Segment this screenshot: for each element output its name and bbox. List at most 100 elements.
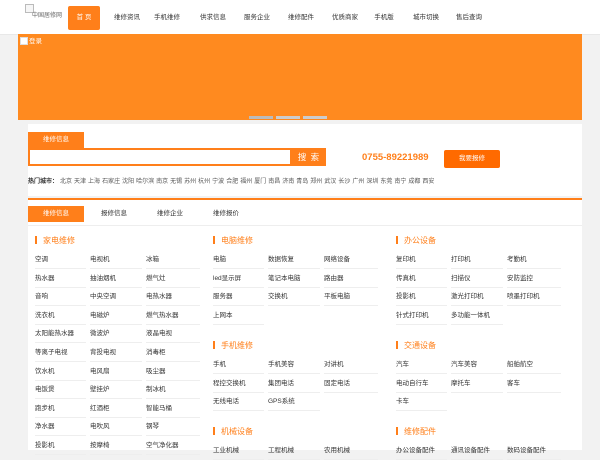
category-item[interactable]: 等离子电视 (35, 343, 86, 362)
category-item[interactable]: 复印机 (396, 250, 447, 269)
category-item[interactable]: 电脑 (213, 250, 264, 269)
category-item[interactable]: 热水器 (35, 269, 86, 288)
category-item[interactable]: 按摩椅 (90, 436, 142, 455)
request-repair-button[interactable]: 我要报修 (444, 150, 500, 168)
city-link[interactable]: 合肥 (226, 179, 238, 185)
city-link[interactable]: 南昌 (268, 179, 280, 185)
category-title-phone[interactable]: 手机维修 (213, 341, 253, 351)
nav-item[interactable]: 手机版 (370, 6, 398, 30)
category-item[interactable]: 传真机 (396, 269, 447, 288)
category-item[interactable]: 净水器 (35, 417, 86, 437)
category-item[interactable]: 抽油烟机 (90, 269, 142, 288)
nav-item[interactable]: 维修配件 (282, 6, 320, 30)
city-link[interactable]: 深圳 (366, 179, 378, 185)
category-item[interactable]: 程控交换机 (213, 374, 264, 393)
city-link[interactable]: 南宁 (394, 179, 406, 185)
category-item[interactable]: 汽车 (396, 355, 447, 374)
category-item[interactable]: 投影机 (35, 436, 86, 455)
category-item[interactable]: 扫描仪 (451, 269, 503, 288)
category-item[interactable]: 工业机械 (213, 441, 264, 460)
category-item[interactable]: 电热水器 (146, 287, 200, 307)
nav-item[interactable]: 首 页 (68, 6, 100, 30)
category-title-transport[interactable]: 交通设备 (396, 341, 436, 351)
city-link[interactable]: 郑州 (310, 179, 322, 185)
city-link[interactable]: 南京 (156, 179, 168, 185)
city-link[interactable]: 西安 (422, 179, 434, 185)
category-item[interactable]: 对讲机 (324, 355, 378, 374)
category-item[interactable]: 工程机械 (268, 441, 320, 460)
category-item[interactable]: 电饭煲 (35, 380, 86, 400)
city-link[interactable]: 上海 (88, 179, 100, 185)
category-item[interactable]: 网络设备 (324, 250, 378, 269)
category-item[interactable]: 客车 (507, 374, 561, 393)
category-title-machinery[interactable]: 机械设备 (213, 427, 253, 437)
city-link[interactable]: 东莞 (380, 179, 392, 185)
category-item[interactable]: 摩托车 (451, 374, 503, 393)
category-item[interactable]: 太阳能热水器 (35, 324, 86, 344)
category-item[interactable]: 农用机械 (324, 441, 378, 460)
category-title-parts[interactable]: 维修配件 (396, 427, 436, 437)
category-item[interactable]: 数据恢复 (268, 250, 320, 269)
search-input[interactable] (28, 148, 292, 166)
category-item[interactable]: 电风扇 (90, 362, 142, 381)
city-link[interactable]: 哈尔滨 (136, 179, 154, 185)
category-item[interactable]: 饮水机 (35, 362, 86, 381)
category-item[interactable]: 喷墨打印机 (507, 287, 561, 307)
category-item[interactable]: 空调 (35, 250, 86, 269)
category-title-appliance[interactable]: 家电维修 (35, 236, 75, 246)
category-item[interactable]: 中央空调 (90, 287, 142, 307)
category-item[interactable]: 背投电视 (90, 343, 142, 362)
category-item[interactable]: 汽车美容 (451, 355, 503, 374)
city-link[interactable]: 广州 (352, 179, 364, 185)
search-button[interactable]: 搜 索 (292, 148, 326, 166)
city-link[interactable]: 苏州 (184, 179, 196, 185)
category-item[interactable]: led显示屏 (213, 269, 264, 288)
category-item[interactable]: 服务器 (213, 287, 264, 307)
city-link[interactable]: 杭州 (198, 179, 210, 185)
category-item[interactable]: 数码设备配件 (507, 441, 561, 460)
category-item[interactable]: 多功能一体机 (451, 306, 503, 325)
category-item[interactable]: 投影机 (396, 287, 447, 307)
category-item[interactable]: 考勤机 (507, 250, 561, 269)
category-item[interactable]: 平板电脑 (324, 287, 378, 307)
category-item[interactable]: 打印机 (451, 250, 503, 269)
nav-item[interactable]: 维修资讯 (110, 6, 144, 30)
category-item[interactable]: 红酒柜 (90, 399, 142, 418)
nav-item[interactable]: 手机维修 (148, 6, 186, 30)
category-item[interactable]: 激光打印机 (451, 287, 503, 307)
category-item[interactable]: 消毒柜 (146, 343, 200, 362)
content-tab[interactable]: 维修企业 (142, 206, 198, 222)
city-link[interactable]: 青岛 (296, 179, 308, 185)
content-tab[interactable]: 维修报价 (198, 206, 254, 222)
category-item[interactable]: 电动自行车 (396, 374, 447, 393)
category-item[interactable]: 船舶航空 (507, 355, 561, 374)
category-item[interactable]: 笔记本电脑 (268, 269, 320, 288)
category-item[interactable]: 固定电话 (324, 374, 378, 393)
category-item[interactable]: 燃气热水器 (146, 306, 200, 325)
search-tab[interactable]: 维修信息 (28, 132, 84, 148)
city-link[interactable]: 成都 (408, 179, 420, 185)
category-item[interactable]: 集团电话 (268, 374, 320, 393)
content-tab[interactable]: 维修信息 (28, 206, 84, 222)
banner-dot-active[interactable] (249, 116, 273, 119)
category-item[interactable]: 微波炉 (90, 324, 142, 344)
category-item[interactable]: 制冰机 (146, 380, 200, 400)
category-item[interactable]: 燃气灶 (146, 269, 200, 288)
city-link[interactable]: 厦门 (254, 179, 266, 185)
city-link[interactable]: 北京 (60, 179, 72, 185)
category-item[interactable]: 冰箱 (146, 250, 200, 269)
category-item[interactable]: 电吹风 (90, 417, 142, 437)
category-item[interactable]: 无线电话 (213, 392, 264, 412)
nav-item[interactable]: 售后查询 (452, 6, 486, 30)
category-item[interactable]: 通讯设备配件 (451, 441, 503, 460)
category-item[interactable]: 办公设备配件 (396, 441, 447, 460)
category-item[interactable]: 吸尘器 (146, 362, 200, 381)
category-item[interactable]: GPS系统 (268, 392, 320, 412)
category-item[interactable]: 智能马桶 (146, 399, 200, 418)
category-item[interactable]: 路由器 (324, 269, 378, 288)
nav-item[interactable]: 城市切换 (407, 6, 445, 30)
category-item[interactable]: 手机 (213, 355, 264, 374)
category-title-office[interactable]: 办公设备 (396, 236, 436, 246)
city-link[interactable]: 武汉 (324, 179, 336, 185)
site-logo[interactable]: 中国居修网 (25, 4, 70, 26)
